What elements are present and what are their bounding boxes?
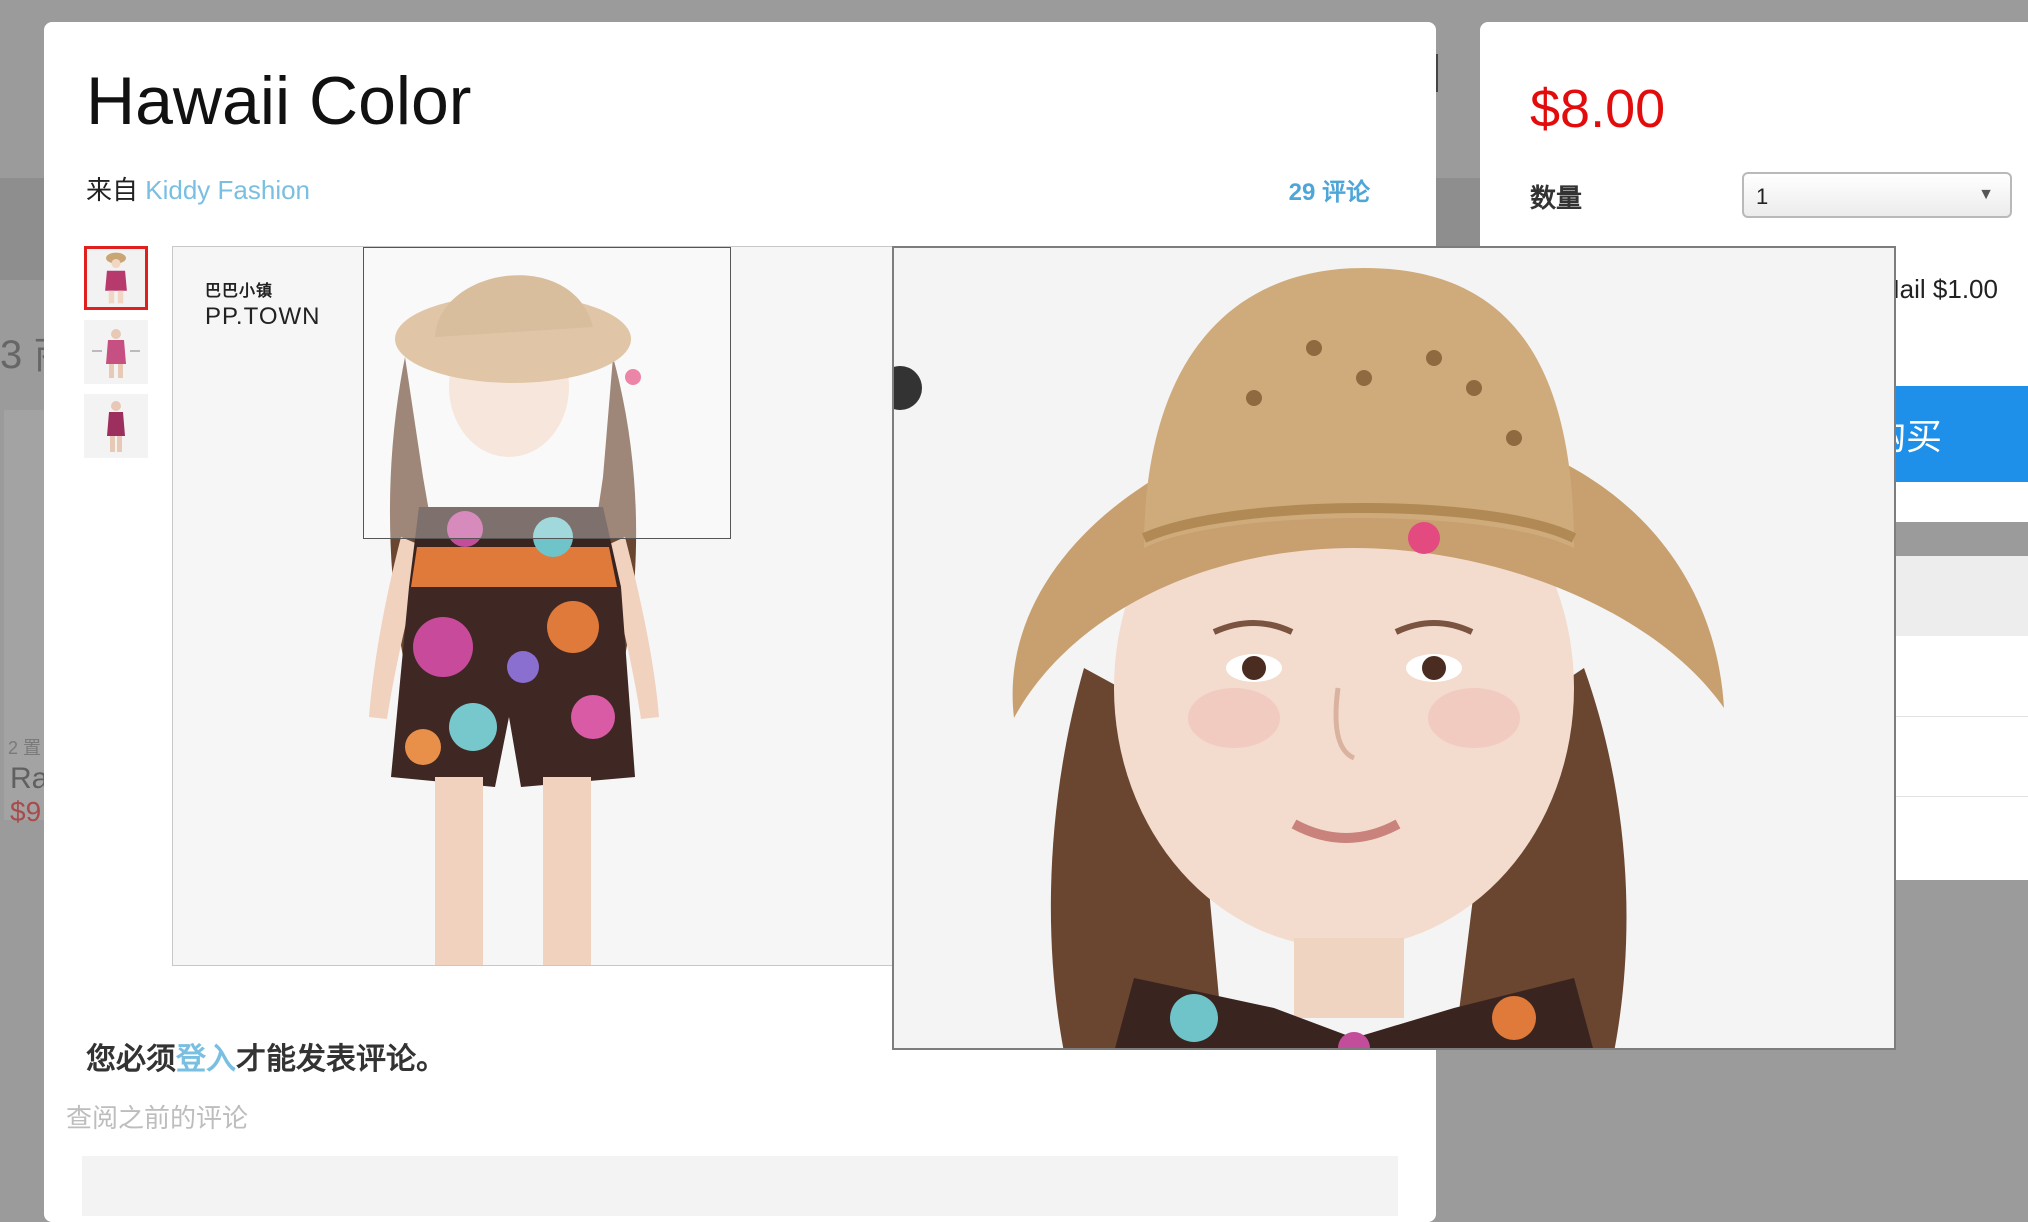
quantity-value: 1	[1756, 184, 1769, 209]
vendor-link[interactable]: Kiddy Fashion	[145, 175, 310, 205]
reviews-count-link[interactable]: 29 评论	[1289, 172, 1370, 207]
login-suffix: 才能发表评论。	[236, 1043, 446, 1076]
background-card-meta: 2 置	[8, 738, 42, 758]
login-prefix: 您必须	[86, 1043, 176, 1076]
vendor-line: 来自 Kiddy Fashion	[86, 170, 310, 207]
background-card-name: Ra	[10, 762, 49, 795]
main-product-image[interactable]: 巴巴小镇 PP.TOWN	[172, 246, 894, 966]
previous-reviews-link[interactable]: 查阅之前的评论	[66, 1098, 248, 1135]
comment-area	[82, 1156, 1398, 1216]
login-link[interactable]: 登入	[176, 1043, 236, 1076]
quantity-label: 数量	[1530, 183, 1583, 213]
zoom-lens[interactable]	[363, 247, 731, 539]
zoomed-product-photo	[894, 248, 1894, 1048]
thumbnail-3[interactable]	[84, 394, 148, 458]
brand-logo: 巴巴小镇 PP.TOWN	[205, 277, 320, 331]
thumbnail-photo-3	[84, 394, 148, 458]
chevron-down-icon: ▼	[1978, 186, 1994, 203]
brand-logo-english: PP.TOWN	[205, 303, 321, 330]
thumbnail-2[interactable]	[84, 320, 148, 384]
product-title: Hawaii Color	[86, 63, 472, 139]
vendor-prefix: 来自	[86, 175, 139, 205]
brand-logo-chinese: 巴巴小镇	[205, 283, 274, 300]
thumbnail-photo-1	[87, 249, 145, 307]
background-card-price: $9	[10, 796, 42, 827]
zoom-preview	[892, 246, 1896, 1050]
thumbnail-1[interactable]	[84, 246, 148, 310]
login-required-note: 您必须登入才能发表评论。	[86, 1034, 446, 1078]
product-price: $8.00	[1530, 79, 1666, 139]
quantity-select[interactable]: 1 ▼	[1742, 172, 2012, 218]
thumbnail-photo-2	[84, 320, 148, 384]
